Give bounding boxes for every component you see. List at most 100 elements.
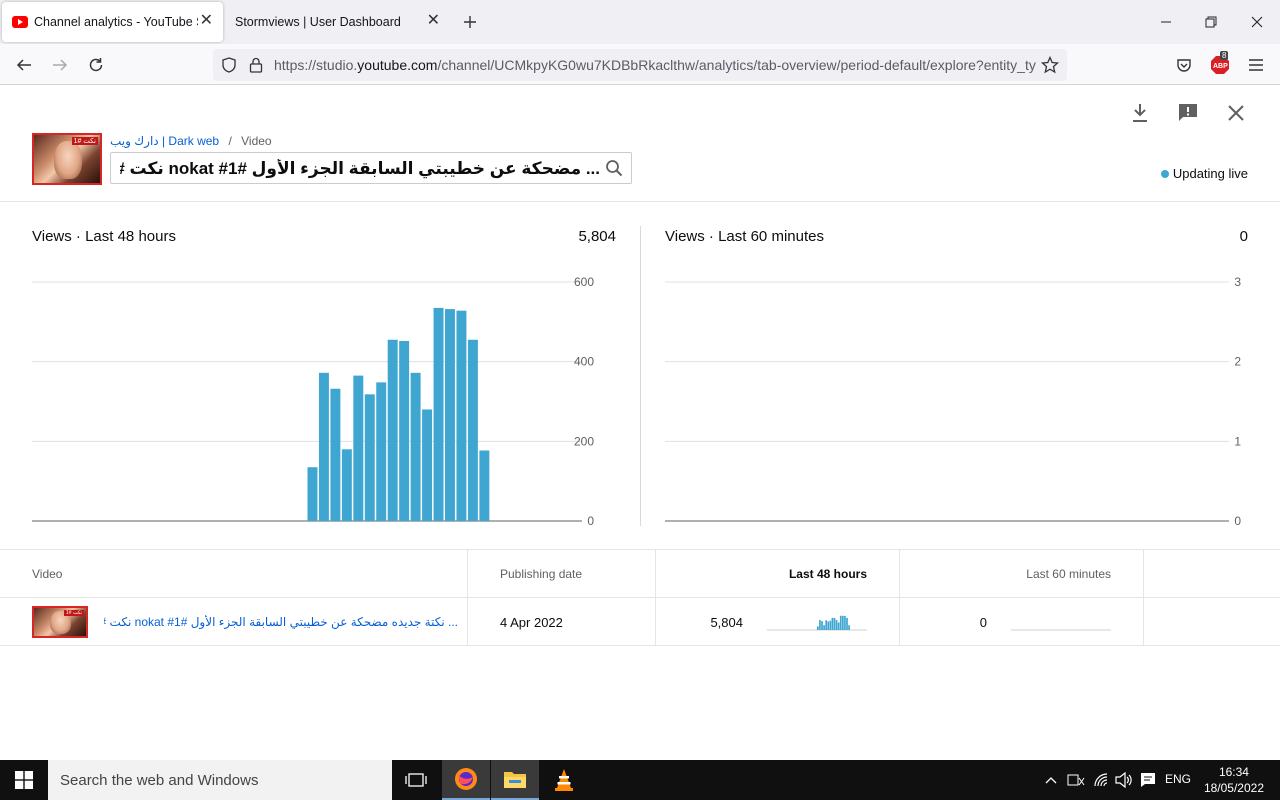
arrow-left-icon (16, 59, 31, 71)
close-icon[interactable]: ✕ (200, 13, 213, 29)
y-tick-label: 400 (574, 355, 594, 369)
sparkline-bar (839, 615, 842, 630)
volume-icon[interactable] (1115, 772, 1133, 788)
column-separator (655, 598, 656, 646)
y-tick-label: 0 (1234, 514, 1241, 528)
chart-bar (410, 372, 421, 521)
header-last-60-minutes[interactable]: Last 60 minutes (944, 567, 1111, 581)
chart-divider (640, 226, 641, 526)
thumbnail-image: نكت #1 (34, 608, 86, 636)
taskbar-search-placeholder: Search the web and Windows (60, 772, 259, 789)
url-prefix: https://studio. (274, 57, 358, 73)
y-tick-label: 200 (574, 434, 594, 448)
row-last-48-hours: 5,804 (710, 615, 743, 630)
column-separator (655, 550, 656, 599)
notifications-icon[interactable] (1140, 772, 1156, 788)
adblock-plus-button[interactable]: ABP 8 (1205, 50, 1235, 80)
video-search-input[interactable]: ... مضحكة عن خطيبتي السابقة الجزء الأول … (120, 159, 600, 179)
y-tick-label: 0 (587, 514, 594, 528)
close-icon[interactable]: ✕ (427, 13, 440, 29)
minimize-button[interactable] (1151, 8, 1181, 36)
back-button[interactable] (9, 50, 39, 80)
shield-icon[interactable] (221, 57, 237, 73)
feedback-icon (1179, 104, 1197, 121)
windows-taskbar: Search the web and Windows ENG 16:34 18/… (0, 760, 1280, 800)
chart-bar (422, 409, 433, 521)
views-48h-chart[interactable]: 0 200 400 600 (0, 260, 640, 540)
studio-header: نكت #1 دارك ويب | Dark web / Video ... م… (0, 85, 1280, 202)
header-last-48-hours[interactable]: Last 48 hours (700, 567, 867, 581)
windows-logo-icon (15, 771, 33, 789)
vlc-taskbar-item[interactable] (540, 760, 588, 800)
forward-button[interactable] (45, 50, 75, 80)
search-icon[interactable] (605, 159, 623, 177)
column-separator (899, 550, 900, 599)
sparkline-bar (833, 617, 836, 630)
chart-bar (364, 394, 375, 521)
row-video-title[interactable]: ... نكتة جديده مضحكة عن خطيبتي السابقة ا… (104, 615, 458, 629)
chart-bar (433, 307, 444, 521)
pocket-button[interactable] (1169, 50, 1199, 80)
url-bar[interactable]: https://studio.youtube.com/channel/UCMkp… (213, 49, 1067, 81)
hamburger-icon (1249, 59, 1263, 71)
breadcrumb: دارك ويب | Dark web / Video (110, 134, 272, 148)
arrow-right-icon (53, 59, 68, 71)
reload-button[interactable] (81, 50, 111, 80)
breadcrumb-channel-link[interactable]: دارك ويب | Dark web (110, 134, 219, 148)
close-dialog-button[interactable] (1224, 101, 1248, 125)
feedback-button[interactable] (1176, 101, 1200, 125)
tab-stormviews[interactable]: Stormviews | User Dashboard ✕ (224, 2, 450, 42)
column-separator (899, 598, 900, 646)
file-explorer-taskbar-item[interactable] (491, 760, 539, 800)
table-row[interactable]: نكت #1 ... نكتة جديده مضحكة عن خطيبتي ال… (0, 597, 1280, 646)
y-tick-label: 600 (574, 275, 594, 289)
row-video-thumbnail[interactable]: نكت #1 (32, 606, 88, 638)
video-search-box[interactable]: ... مضحكة عن خطيبتي السابقة الجزء الأول … (110, 152, 632, 184)
header-video[interactable]: Video (32, 567, 62, 581)
column-separator (1143, 550, 1144, 599)
chart-bar (307, 467, 318, 521)
chart-bar (353, 375, 364, 521)
column-separator (467, 598, 468, 646)
y-tick-label: 3 (1234, 275, 1241, 289)
input-method-icon[interactable] (1067, 772, 1085, 788)
browser-tab-bar: Channel analytics - YouTube Studio ✕ Sto… (0, 0, 1280, 44)
column-separator (467, 550, 468, 599)
restore-icon (1205, 16, 1217, 28)
sparkline-bar (846, 617, 848, 630)
video-thumbnail[interactable]: نكت #1 (32, 133, 102, 185)
firefox-taskbar-item[interactable] (442, 760, 490, 800)
chevron-up-icon[interactable] (1045, 774, 1057, 786)
pocket-icon (1177, 59, 1191, 72)
live-dot-icon (1160, 169, 1169, 178)
language-indicator[interactable]: ENG (1165, 772, 1191, 786)
star-icon[interactable] (1041, 56, 1059, 74)
chart-bar (318, 372, 329, 521)
menu-button[interactable] (1241, 50, 1271, 80)
chart-bar (330, 388, 341, 521)
download-button[interactable] (1128, 101, 1152, 125)
sparkline-bar (821, 621, 823, 630)
row-last-60-minutes: 0 (979, 615, 987, 630)
header-publishing-date[interactable]: Publishing date (500, 567, 582, 581)
views-60m-chart[interactable]: 0 1 2 3 (641, 260, 1280, 540)
close-icon (1228, 105, 1244, 121)
new-tab-button[interactable] (455, 8, 485, 36)
tab-channel-analytics[interactable]: Channel analytics - YouTube Studio ✕ (2, 2, 223, 42)
wifi-icon[interactable] (1093, 772, 1109, 788)
start-button[interactable] (0, 760, 48, 800)
lock-icon[interactable] (249, 57, 263, 73)
breadcrumb-page: Video (241, 134, 272, 148)
url-text[interactable]: https://studio.youtube.com/channel/UCMkp… (274, 57, 1036, 73)
chart-bar (376, 382, 387, 521)
sparkline-bar (823, 625, 825, 630)
task-view-button[interactable] (392, 760, 440, 800)
sparkline-bar (817, 626, 819, 630)
restore-button[interactable] (1196, 8, 1226, 36)
system-clock[interactable]: 16:34 18/05/2022 (1204, 764, 1264, 796)
chart-bar (479, 450, 490, 521)
chart-bar (399, 340, 410, 521)
taskbar-search[interactable]: Search the web and Windows (48, 760, 392, 800)
left-chart-title: Views · Last 48 hours (32, 228, 176, 245)
window-close-button[interactable] (1242, 8, 1272, 36)
